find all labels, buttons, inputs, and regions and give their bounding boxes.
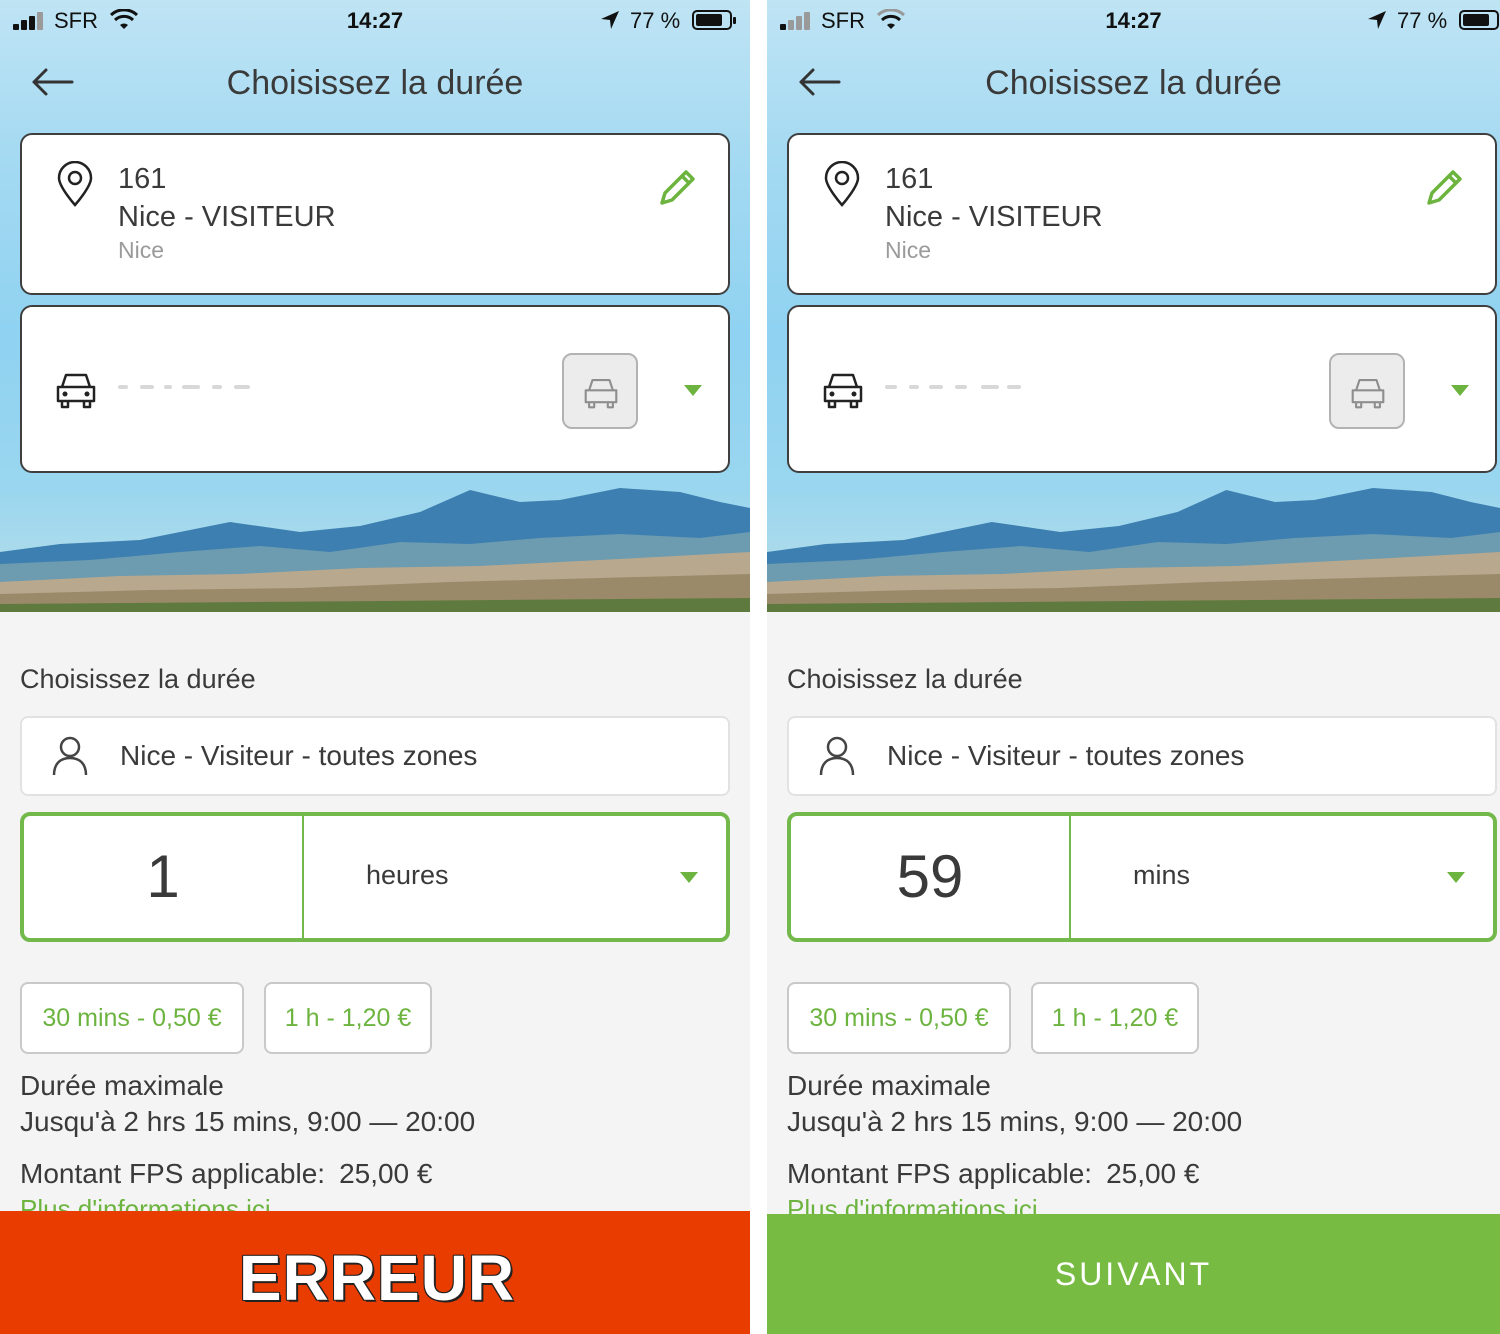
duration-unit-select[interactable]: heures [306, 816, 726, 938]
car-icon [823, 373, 863, 409]
preset-chip-1h[interactable]: 1 h - 1,20 € [1031, 982, 1199, 1054]
duration-unit-label: heures [366, 860, 449, 890]
location-city: Nice [885, 237, 932, 263]
license-plate-blurred [885, 379, 1025, 397]
vehicle-card[interactable] [20, 305, 730, 473]
user-icon [52, 736, 88, 776]
nav-bar: Choisissez la durée [0, 50, 750, 114]
location-card: 161 Nice - VISITEUR Nice [787, 133, 1497, 295]
battery-percent: 77 % [630, 8, 681, 33]
location-name: Nice - VISITEUR [118, 201, 336, 233]
fps-amount: 25,00 € [339, 1158, 433, 1189]
map-pin-icon [57, 161, 93, 207]
map-pin-icon [824, 161, 860, 207]
nav-bar: Choisissez la durée [767, 50, 1500, 114]
fps-label: Montant FPS applicable: [787, 1158, 1093, 1189]
section-title: Choisissez la durée [787, 664, 1023, 694]
next-button[interactable]: SUIVANT [767, 1214, 1500, 1334]
max-duration-label: Durée maximale [787, 1070, 991, 1101]
user-icon [819, 736, 855, 776]
duration-input-group: 1 heures [20, 812, 730, 942]
vehicle-card[interactable] [787, 305, 1497, 473]
zone-label: Nice - Visiteur - toutes zones [887, 740, 1245, 771]
phone-screen-left: SFR 14:27 77 % Choisissez la durée 161 N… [0, 0, 750, 1334]
location-name: Nice - VISITEUR [885, 201, 1103, 233]
location-card: 161 Nice - VISITEUR Nice [20, 133, 730, 295]
status-time: 14:27 [1105, 8, 1162, 33]
error-button[interactable]: ERREUR [0, 1211, 750, 1334]
phone-screen-right: SFR 14:27 77 % Choisissez la durée 161 N… [767, 0, 1500, 1334]
duration-value-input[interactable]: 59 [791, 816, 1071, 938]
chevron-down-icon[interactable] [684, 385, 702, 396]
next-button-label: SUIVANT [1054, 1256, 1213, 1292]
fps-label: Montant FPS applicable: [20, 1158, 326, 1189]
duration-input-group: 59 mins [787, 812, 1497, 942]
car-icon [1351, 379, 1385, 409]
preset-chip-1h[interactable]: 1 h - 1,20 € [264, 982, 432, 1054]
fps-row: Montant FPS applicable: 25,00 € [787, 1158, 1199, 1190]
section-title: Choisissez la durée [20, 664, 256, 694]
status-bar: SFR 14:27 77 % [0, 0, 750, 40]
fps-amount: 25,00 € [1106, 1158, 1200, 1189]
chevron-down-icon[interactable] [1451, 385, 1469, 396]
location-arrow-icon [1368, 11, 1386, 29]
pencil-icon[interactable] [656, 167, 698, 209]
page-title: Choisissez la durée [226, 64, 524, 102]
car-icon [584, 379, 618, 409]
battery-icon [692, 10, 736, 30]
chevron-down-icon [680, 872, 698, 883]
chevron-down-icon [1447, 872, 1465, 883]
screen-divider [750, 0, 767, 1334]
max-duration-value: Jusqu'à 2 hrs 15 mins, 9:00 — 20:00 [20, 1106, 476, 1137]
location-id: 161 [118, 163, 167, 195]
pencil-icon[interactable] [1423, 167, 1465, 209]
battery-icon [1459, 10, 1499, 30]
zone-selector[interactable]: Nice - Visiteur - toutes zones [20, 716, 730, 796]
duration-unit-select[interactable]: mins [1073, 816, 1493, 938]
zone-selector[interactable]: Nice - Visiteur - toutes zones [787, 716, 1497, 796]
license-plate-blurred [118, 379, 258, 397]
car-icon [56, 373, 96, 409]
mountain-landscape [0, 488, 750, 612]
duration-unit-label: mins [1133, 860, 1191, 890]
battery-percent: 77 % [1397, 8, 1448, 33]
error-button-label: ERREUR [238, 1242, 516, 1314]
location-arrow-icon [601, 11, 619, 29]
mountain-landscape [767, 488, 1500, 612]
location-id: 161 [885, 163, 934, 195]
max-duration-value: Jusqu'à 2 hrs 15 mins, 9:00 — 20:00 [787, 1106, 1243, 1137]
max-duration-label: Durée maximale [20, 1070, 224, 1101]
vehicle-button[interactable] [562, 353, 638, 429]
fps-row: Montant FPS applicable: 25,00 € [20, 1158, 432, 1190]
duration-value-input[interactable]: 1 [24, 816, 304, 938]
status-bar: SFR 14:27 77 % [767, 0, 1500, 40]
zone-label: Nice - Visiteur - toutes zones [120, 740, 478, 771]
preset-chip-30min[interactable]: 30 mins - 0,50 € [787, 982, 1011, 1054]
page-title: Choisissez la durée [985, 64, 1282, 102]
preset-chip-30min[interactable]: 30 mins - 0,50 € [20, 982, 244, 1054]
vehicle-button[interactable] [1329, 353, 1405, 429]
location-city: Nice [118, 237, 165, 263]
